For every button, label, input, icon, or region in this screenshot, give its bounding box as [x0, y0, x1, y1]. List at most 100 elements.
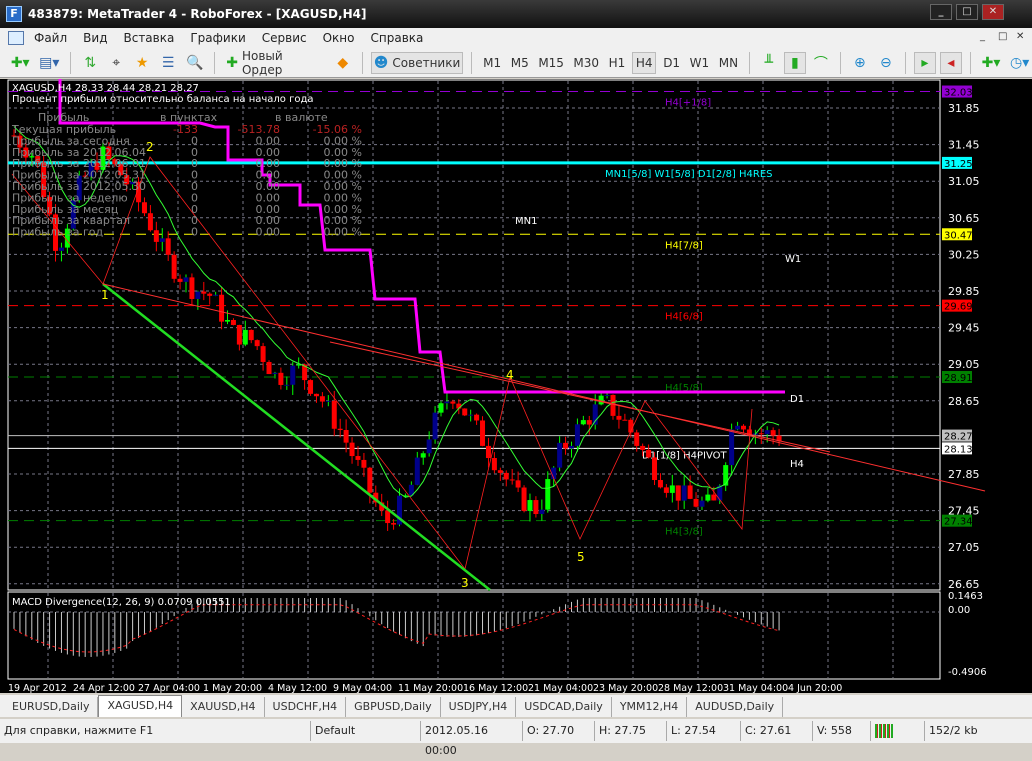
close-button[interactable]: ✕ [982, 4, 1004, 20]
menu-window[interactable]: Окно [323, 31, 355, 45]
candle-body [438, 403, 444, 413]
candle-body [574, 424, 580, 446]
profit-row-label: Прибыль за год [12, 226, 103, 239]
child-close-button[interactable]: ✕ [1016, 31, 1024, 42]
candle-body [622, 419, 628, 421]
price-tick: 29.05 [948, 358, 980, 371]
chart-tab[interactable]: XAUUSD,H4 [182, 697, 265, 717]
tf-h1[interactable]: H1 [606, 52, 628, 74]
level-price-label: 27.34 [944, 517, 973, 528]
level-price-label: 29.69 [944, 302, 973, 313]
strategy-tester-icon[interactable]: 🔍 [183, 52, 206, 74]
tf-m30[interactable]: M30 [571, 52, 602, 74]
menu-insert[interactable]: Вставка [123, 31, 174, 45]
maximize-button[interactable]: □ [956, 4, 978, 20]
chart-tab[interactable]: GBPUSD,Daily [346, 697, 441, 717]
chart-tab[interactable]: EURUSD,Daily [4, 697, 99, 717]
chart-window[interactable]: 31.85 31.45 31.05 30.65 30.25 29.85 29.45 29.05… [0, 79, 1032, 694]
tf-h4[interactable]: H4 [632, 51, 657, 74]
candle-body [159, 238, 165, 242]
window-title: 483879: MetaTrader 4 - RoboForex - [XAGU… [28, 7, 367, 21]
zoom-out-icon[interactable]: ⊖ [875, 52, 897, 74]
child-minimize-button[interactable]: _ [980, 31, 985, 42]
candle-body [450, 401, 456, 404]
status-help: Для справки, нажмите F1 [4, 724, 154, 737]
candle-body [201, 291, 207, 294]
candle-body [242, 329, 248, 345]
timeframe-label: MN1 [515, 216, 537, 227]
candle-body [290, 365, 296, 385]
candle-body [634, 432, 640, 446]
candle-body [325, 400, 331, 402]
candle-body [230, 319, 236, 325]
crosshair-icon[interactable]: ⌖ [105, 52, 127, 74]
level-price-label: 32.03 [944, 88, 973, 99]
menu-charts[interactable]: Графики [190, 31, 245, 45]
tf-m5[interactable]: M5 [508, 52, 532, 74]
candlestick-icon[interactable]: ▮ [783, 51, 806, 74]
chart-tab[interactable]: YMM12,H4 [612, 697, 688, 717]
alert-icon[interactable]: ◆ [332, 52, 354, 74]
tf-mn[interactable]: MN [716, 52, 741, 74]
candle-body [735, 425, 741, 430]
zoom-in-icon[interactable]: ⊕ [849, 52, 871, 74]
auto-scroll-icon[interactable]: ▸ [913, 51, 936, 74]
candle-body [432, 412, 438, 440]
menu-bar: Файл Вид Вставка Графики Сервис Окно Спр… [0, 28, 1032, 48]
menu-help[interactable]: Справка [371, 31, 424, 45]
time-label: 28 May 12:00 [658, 683, 723, 693]
indicators-icon[interactable]: ✚▾ [979, 52, 1003, 74]
candle-body [480, 420, 486, 446]
menu-file[interactable]: Файл [34, 31, 67, 45]
chart-shift-icon[interactable]: ◂ [939, 51, 962, 74]
menu-view[interactable]: Вид [83, 31, 107, 45]
price-tick: 30.65 [948, 212, 980, 225]
menu-tools[interactable]: Сервис [262, 31, 307, 45]
candle-body [669, 485, 675, 493]
wave-label: 1 [101, 288, 109, 302]
minimize-button[interactable]: _ [930, 4, 952, 20]
line-chart-icon[interactable]: ⌒ [810, 52, 832, 74]
new-order-button[interactable]: ✚ Новый Ордер [223, 49, 327, 77]
candle-body [699, 500, 705, 507]
bar-chart-icon[interactable]: ╨ [758, 52, 780, 74]
candle-body [563, 442, 569, 449]
candle-body [272, 372, 278, 375]
candle-body [539, 509, 545, 515]
candle-body [503, 472, 509, 480]
candle-body [764, 430, 770, 435]
candle-body [355, 456, 361, 460]
price-tick: 31.85 [948, 102, 980, 115]
candle-body [219, 294, 225, 322]
chart-tab[interactable]: XAGUSD,H4 [98, 695, 183, 717]
candle-body [361, 459, 367, 468]
time-label: 21 May 04:00 [528, 683, 593, 693]
terminal-icon[interactable]: ☰ [157, 52, 179, 74]
child-restore-button[interactable]: □ [998, 31, 1007, 42]
price-chart[interactable]: 31.85 31.45 31.05 30.65 30.25 29.85 29.45 29.05… [0, 79, 1032, 694]
periods-icon[interactable]: ◷▾ [1007, 52, 1032, 74]
tf-m15[interactable]: M15 [536, 52, 567, 74]
candle-body [385, 510, 391, 524]
candle-body [557, 442, 563, 468]
candle-body [254, 340, 260, 347]
status-traffic: 152/2 kb [924, 721, 1024, 741]
level-price-label: 31.25 [944, 159, 973, 170]
tf-d1[interactable]: D1 [660, 52, 683, 74]
tf-w1[interactable]: W1 [687, 52, 712, 74]
candle-body [758, 433, 764, 435]
chart-tab[interactable]: AUDUSD,Daily [687, 697, 784, 717]
profiles-icon[interactable]: ▤▾ [36, 52, 62, 74]
navigator-icon[interactable]: ★ [131, 52, 153, 74]
market-watch-icon[interactable]: ⇅ [79, 52, 101, 74]
chart-window-icon[interactable] [8, 31, 24, 45]
candle-body [420, 453, 426, 458]
chart-tab[interactable]: USDJPY,H4 [441, 697, 517, 717]
chart-tab[interactable]: USDCAD,Daily [516, 697, 612, 717]
candle-body [687, 485, 693, 499]
chart-tab[interactable]: USDCHF,H4 [265, 697, 347, 717]
tf-m1[interactable]: M1 [480, 52, 504, 74]
new-chart-icon[interactable]: ✚▾ [8, 52, 32, 74]
status-bar: Для справки, нажмите F1 Default 2012.05.… [0, 719, 1032, 757]
experts-button[interactable]: ☻ Советники [370, 51, 464, 74]
